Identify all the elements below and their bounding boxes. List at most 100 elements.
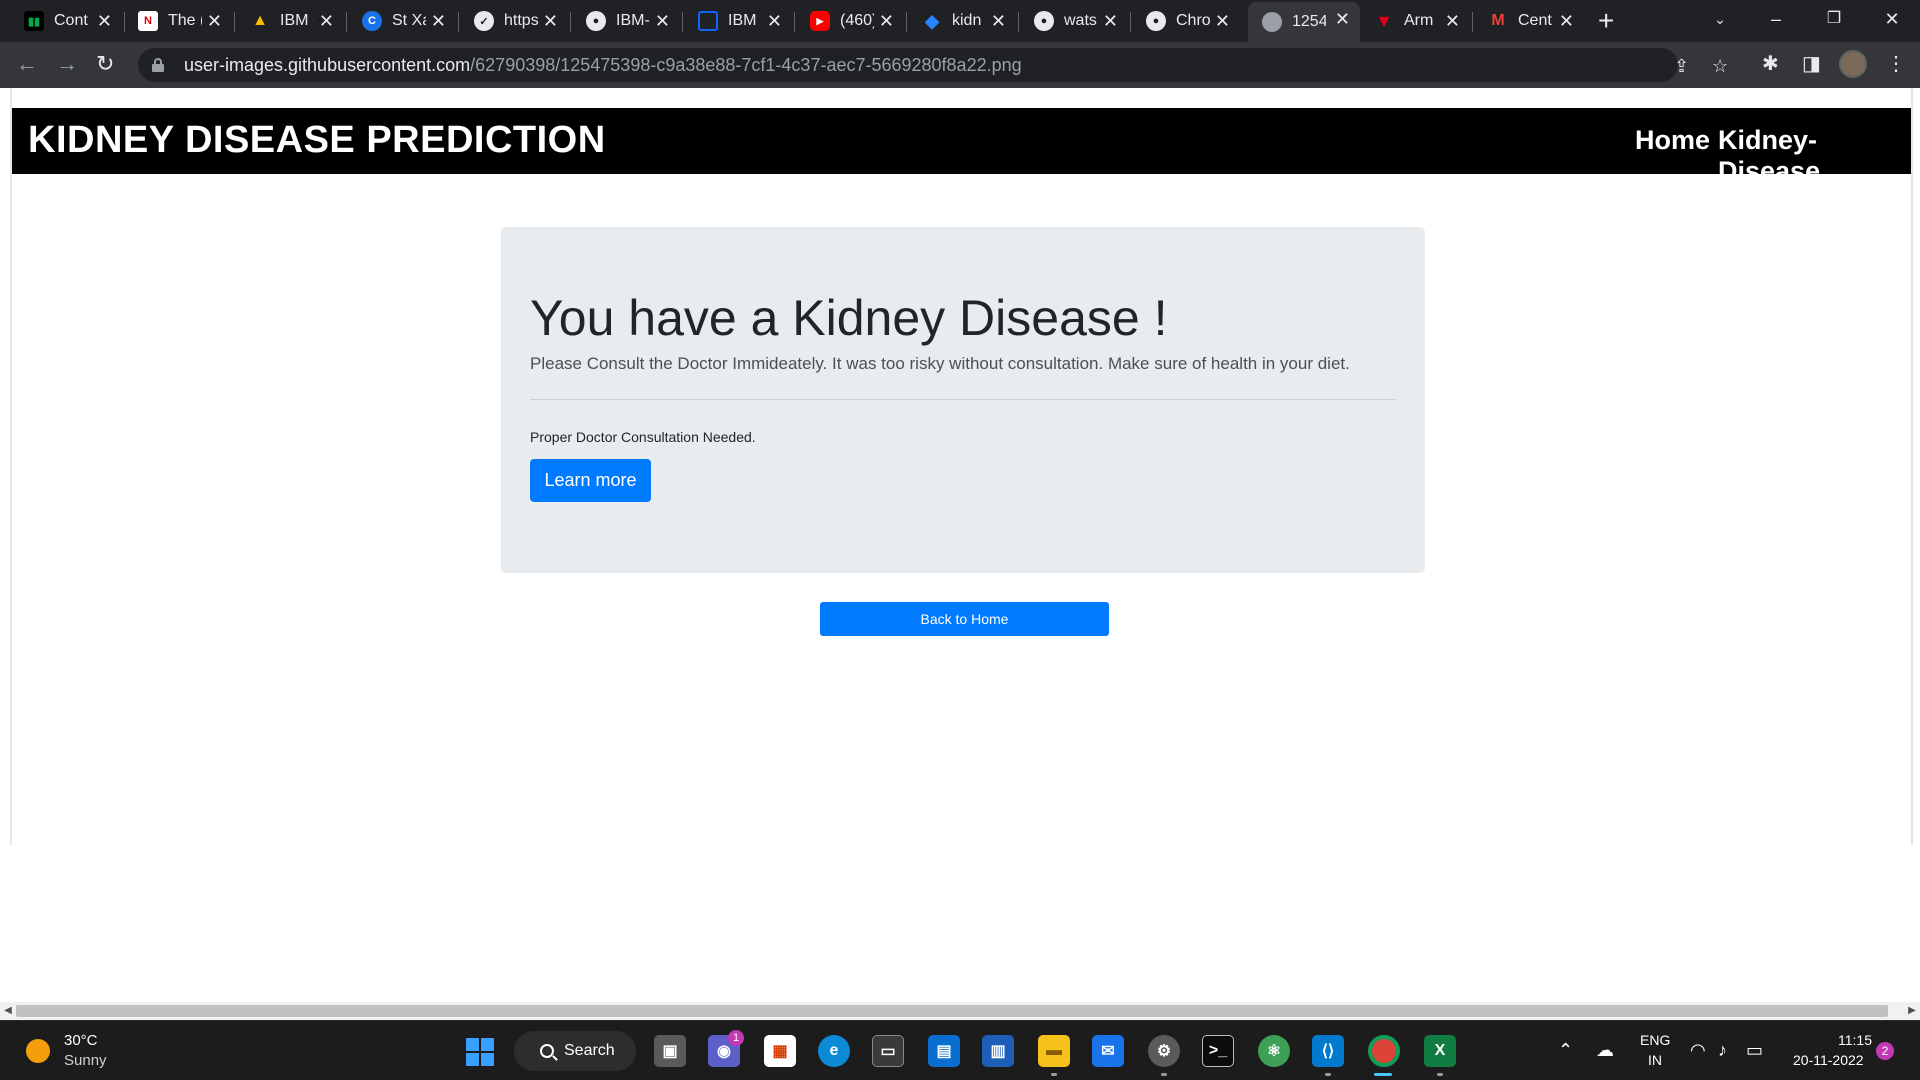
chrome-icon[interactable]	[1368, 1035, 1400, 1067]
tab-cent[interactable]: M Cent ✕	[1474, 4, 1584, 38]
share-icon[interactable]: ⇪	[1674, 56, 1689, 76]
c-icon: C	[362, 11, 382, 31]
sun-icon[interactable]	[26, 1039, 50, 1063]
wifi-icon[interactable]: ◠	[1690, 1039, 1706, 1061]
gmail-icon: M	[1491, 12, 1505, 29]
store-icon[interactable]: ▦	[764, 1035, 796, 1067]
region-indicator[interactable]: IN	[1648, 1052, 1662, 1068]
new-tab-button[interactable]: +	[1598, 6, 1614, 36]
tab-st-xa[interactable]: C St Xa ✕	[348, 4, 456, 38]
tab-youtube[interactable]: ▶ (460) ✕	[796, 4, 904, 38]
close-icon[interactable]: ✕	[1559, 11, 1574, 31]
command-prompt-icon[interactable]: >_	[1202, 1035, 1234, 1067]
close-icon[interactable]: ✕	[207, 11, 222, 31]
browser-tab-strip: ▮▮ Cont ✕ N The ( ✕ ▲ IBM ( ✕ C St Xa ✕ …	[0, 0, 1920, 42]
weather-temperature[interactable]: 30°C	[64, 1032, 98, 1049]
tab-ibm-github[interactable]: ● IBM- ✕	[572, 4, 680, 38]
clock-date[interactable]: 20-11-2022	[1793, 1052, 1864, 1068]
language-indicator[interactable]: ENG	[1640, 1032, 1670, 1048]
tab-active-image[interactable]: 1254 ✕	[1248, 2, 1360, 42]
tab-https[interactable]: ✓ https ✕	[460, 4, 568, 38]
tab-wats[interactable]: ● wats ✕	[1020, 4, 1128, 38]
task-view-icon[interactable]: ▣	[654, 1035, 686, 1067]
github-icon: ●	[1146, 11, 1166, 31]
close-icon[interactable]: ✕	[97, 11, 112, 31]
search-icon	[540, 1044, 554, 1058]
brand-title[interactable]: KIDNEY DISEASE PREDICTION	[28, 119, 606, 162]
reload-icon[interactable]: ↻	[96, 52, 114, 76]
ext-icon: ✓	[474, 11, 494, 31]
close-icon[interactable]: ✕	[1103, 11, 1118, 31]
close-icon[interactable]: ✕	[543, 11, 558, 31]
battery-icon[interactable]: ▭	[1746, 1039, 1763, 1061]
store-bag-icon[interactable]: ▤	[928, 1035, 960, 1067]
result-card: You have a Kidney Disease ! Please Consu…	[501, 227, 1425, 573]
url-text[interactable]: user-images.githubusercontent.com/627903…	[184, 55, 1022, 76]
onedrive-cloud-icon[interactable]: ☁	[1596, 1039, 1614, 1061]
close-icon[interactable]: ✕	[655, 11, 670, 31]
nav-home-link[interactable]: Home	[1635, 125, 1710, 156]
star-icon[interactable]: ☆	[1712, 56, 1728, 76]
close-icon[interactable]: ✕	[1335, 9, 1350, 29]
side-panel-icon[interactable]: ◨	[1802, 52, 1821, 76]
app-navbar: KIDNEY DISEASE PREDICTION Home Kidney-Di…	[12, 108, 1911, 186]
back-arrow-icon[interactable]: ←	[16, 52, 38, 76]
taskbar-search-button[interactable]: Search	[514, 1031, 636, 1071]
address-bar[interactable]: user-images.githubusercontent.com/627903…	[138, 48, 1728, 82]
close-icon[interactable]: ✕	[991, 11, 1006, 31]
chevron-up-icon[interactable]: ⌃	[1558, 1039, 1573, 1061]
windows-start-icon[interactable]	[466, 1038, 494, 1066]
avatar[interactable]	[1839, 50, 1867, 78]
tab-the[interactable]: N The ( ✕	[124, 4, 232, 38]
horizontal-scrollbar[interactable]: ◀ ▶	[0, 1002, 1920, 1020]
edge-icon[interactable]: e	[818, 1035, 850, 1067]
settings-gear-icon[interactable]: ⚙	[1148, 1035, 1180, 1067]
tab-arm[interactable]: ▼ Arm ✕	[1360, 4, 1470, 38]
notification-badge[interactable]: 2	[1876, 1042, 1894, 1060]
arm-icon: ▼	[1375, 10, 1393, 31]
close-icon[interactable]: ✕	[431, 11, 446, 31]
close-icon[interactable]: ✕	[319, 11, 334, 31]
vscode-icon[interactable]: ⟨⟩	[1312, 1035, 1344, 1067]
close-icon[interactable]: ✕	[1445, 11, 1460, 31]
close-icon[interactable]: ✕	[1215, 11, 1230, 31]
minimize-button[interactable]: –	[1758, 6, 1794, 32]
tab-ibm[interactable]: IBM ✕	[684, 4, 792, 38]
scrollbar-thumb[interactable]	[16, 1005, 1888, 1017]
ibm-icon	[698, 11, 718, 31]
mail-icon[interactable]: ✉	[1092, 1035, 1124, 1067]
consultation-note: Proper Doctor Consultation Needed.	[530, 429, 756, 445]
menu-icon[interactable]: ⋮	[1886, 52, 1906, 76]
atom-icon[interactable]: ⚛	[1258, 1035, 1290, 1067]
volume-icon[interactable]: ♪	[1718, 1039, 1727, 1061]
learn-more-button[interactable]: Learn more	[530, 459, 651, 502]
tab-chro[interactable]: ● Chro ✕	[1132, 4, 1240, 38]
nav-kidney-link[interactable]: Kidney-Disease	[1718, 125, 1911, 187]
scroll-right-icon[interactable]: ▶	[1904, 1002, 1920, 1020]
terminal-window-icon[interactable]: ▭	[872, 1035, 904, 1067]
lock-icon[interactable]	[152, 58, 164, 72]
close-window-button[interactable]: ✕	[1874, 6, 1910, 32]
screenshot-image: KIDNEY DISEASE PREDICTION Home Kidney-Di…	[10, 88, 1913, 845]
file-explorer-icon[interactable]: ▬	[1038, 1035, 1070, 1067]
tab-kidn[interactable]: ◆ kidn ✕	[908, 4, 1016, 38]
restore-button[interactable]: ❐	[1816, 6, 1852, 32]
clock-time[interactable]: 11:15	[1838, 1032, 1872, 1048]
excel-icon[interactable]: X	[1424, 1035, 1456, 1067]
close-icon[interactable]: ✕	[879, 11, 894, 31]
weather-description[interactable]: Sunny	[64, 1052, 107, 1069]
back-to-home-button[interactable]: Back to Home	[820, 602, 1109, 636]
forward-arrow-icon[interactable]: →	[56, 52, 78, 76]
scroll-left-icon[interactable]: ◀	[0, 1002, 16, 1020]
tab-cont[interactable]: ▮▮ Cont ✕	[10, 4, 122, 38]
close-icon[interactable]: ✕	[767, 11, 782, 31]
office-icon[interactable]: ▥	[982, 1035, 1014, 1067]
tab-ibm-drive[interactable]: ▲ IBM ( ✕	[236, 4, 344, 38]
windows-taskbar: 30°C Sunny Search ▣ ◉ 1 ▦ e ▭ ▤ ▥ ▬ ✉ ⚙ …	[0, 1020, 1920, 1080]
github-icon: ●	[586, 11, 606, 31]
tab-search-chevron-icon[interactable]: ⌄	[1702, 6, 1738, 32]
youtube-icon: ▶	[810, 11, 830, 31]
github-icon: ●	[1034, 11, 1054, 31]
browser-toolbar: ← → ↻ user-images.githubusercontent.com/…	[0, 42, 1920, 88]
extensions-icon[interactable]: ✱	[1762, 52, 1779, 76]
